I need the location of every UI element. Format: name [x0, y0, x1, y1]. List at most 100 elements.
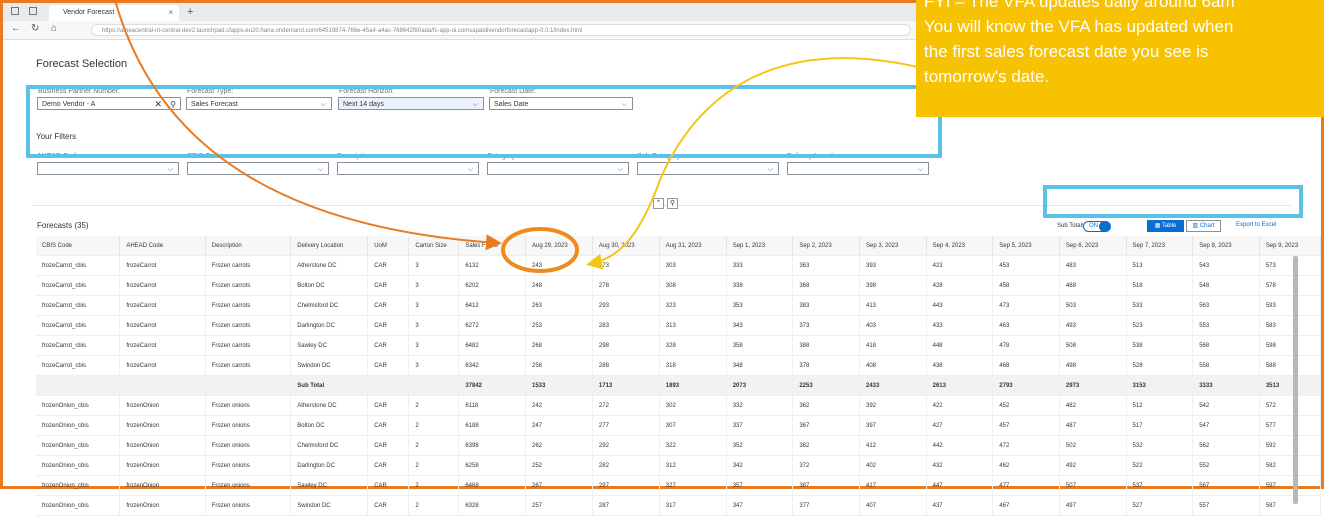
column-header[interactable]: Sep 2, 2023 — [792, 236, 860, 256]
table-row[interactable]: frozenOnion_cbis frozenOnion Frozen onions… — [36, 395, 1322, 416]
table-row[interactable]: frozenOnion_cbis frozenOnion Frozen onions… — [36, 475, 1322, 496]
column-header[interactable]: Sales FC To — [458, 236, 526, 256]
column-header[interactable]: AHEAD Code — [119, 236, 206, 256]
table-row[interactable]: frozeCarrot_cbis frozeCarrot Frozen carrot… — [36, 295, 1322, 316]
table-cell: 578 — [1259, 275, 1322, 296]
table-cell: frozeCarrot — [119, 275, 206, 296]
chevron-down-icon: ⌵ — [767, 166, 773, 173]
column-header[interactable]: UoM — [367, 236, 410, 256]
table-cell: 567 — [1192, 475, 1260, 496]
table-cell: frozenOnion — [119, 435, 206, 456]
table-cell: Darlington DC — [290, 315, 369, 336]
table-row[interactable]: frozenOnion_cbis frozenOnion Frozen onions… — [36, 435, 1322, 456]
table-view-button[interactable]: ▦ Table — [1147, 220, 1184, 232]
table-row[interactable]: frozeCarrot_cbis frozeCarrot Frozen carrot… — [36, 275, 1322, 296]
browser-tab[interactable]: Vendor Forecast × — [49, 5, 179, 21]
pin-icon[interactable]: ⚲ — [667, 198, 678, 209]
table-cell: frozenOnion — [119, 475, 206, 496]
table-cell: 303 — [659, 255, 727, 276]
filter-select-description[interactable]: ⌵ — [337, 162, 479, 175]
column-header[interactable]: Description — [205, 236, 292, 256]
table-cell: Swindon DC — [290, 495, 369, 516]
table-cell: 37842 — [458, 375, 526, 396]
window-menu-icon[interactable] — [11, 7, 19, 15]
table-cell: 2253 — [792, 375, 860, 396]
column-header[interactable]: Aug 29, 2023 — [525, 236, 593, 256]
tab-overview-icon[interactable] — [29, 7, 37, 15]
table-cell: 247 — [525, 415, 593, 436]
table-row[interactable]: frozenOnion_cbis frozenOnion Frozen onions… — [36, 495, 1322, 516]
table-cell: 288 — [592, 355, 660, 376]
column-header[interactable]: Sep 6, 2023 — [1059, 236, 1127, 256]
subtotals-toggle[interactable]: ON — [1083, 221, 1111, 232]
filter-select-delivery-location[interactable]: ⌵ — [787, 162, 929, 175]
table-cell — [367, 375, 410, 396]
table-cell: 2 — [408, 495, 460, 516]
column-header[interactable]: Sep 4, 2023 — [926, 236, 994, 256]
export-to-excel-button[interactable]: Export to Excel — [1236, 222, 1276, 228]
back-arrow-icon[interactable]: ← — [11, 23, 21, 34]
table-cell: 543 — [1192, 255, 1260, 276]
table-cell: Frozen onions — [205, 455, 292, 476]
table-cell: 587 — [1259, 495, 1322, 516]
chart-icon: ▥ — [1192, 223, 1200, 229]
url-input[interactable]: https://ameacentral-nt-central-dev2.laun… — [91, 24, 911, 36]
table-cell: 2 — [408, 475, 460, 496]
table-cell: frozeCarrot_cbis — [36, 335, 121, 356]
chart-view-button[interactable]: ▥ Chart — [1186, 220, 1221, 232]
column-header[interactable]: Delivery Location — [290, 236, 369, 256]
table-cell: 463 — [992, 315, 1060, 336]
column-header[interactable]: Sep 8, 2023 — [1192, 236, 1260, 256]
callout-line-4: tomorrow's date. — [924, 67, 1050, 86]
table-cell: 393 — [859, 255, 927, 276]
table-row[interactable]: frozeCarrot_cbis frozeCarrot Frozen carrot… — [36, 355, 1322, 376]
table-row[interactable]: frozeCarrot_cbis frozeCarrot Frozen carrot… — [36, 335, 1322, 356]
table-cell: 2973 — [1059, 375, 1127, 396]
filter-select-cbis-code[interactable]: ⌵ — [187, 162, 329, 175]
table-cell: Chelmsford DC — [290, 295, 369, 316]
table-cell: frozenOnion — [119, 495, 206, 516]
table-cell: 378 — [792, 355, 860, 376]
filter-select-category[interactable]: ⌵ — [487, 162, 629, 175]
close-tab-icon[interactable]: × — [168, 5, 173, 21]
column-header[interactable]: Aug 31, 2023 — [659, 236, 727, 256]
table-cell: 2 — [408, 395, 460, 416]
table-cell: Bolton DC — [290, 275, 369, 296]
table-cell: 3153 — [1126, 375, 1194, 396]
table-cell: frozeCarrot — [119, 315, 206, 336]
table-cell: 258 — [525, 355, 593, 376]
reload-icon[interactable]: ↻ — [31, 23, 39, 34]
column-header[interactable]: Sep 1, 2023 — [726, 236, 794, 256]
table-cell: 423 — [926, 255, 994, 276]
filter-select-ahead-code[interactable]: ⌵ — [37, 162, 179, 175]
callout-line-3: the first sales forecast date you see is — [924, 42, 1209, 61]
table-cell: 472 — [992, 435, 1060, 456]
chevron-down-icon: ⌵ — [617, 166, 623, 173]
column-header[interactable]: CBIS Code — [36, 236, 121, 256]
subtotal-row[interactable]: Sub Total 37842 1533 1713 1893 2073 2253 2433 26… — [36, 375, 1322, 396]
table-cell: 3 — [408, 335, 460, 356]
table-cell: 392 — [859, 395, 927, 416]
column-header[interactable]: Sep 5, 2023 — [992, 236, 1060, 256]
table-cell: Bolton DC — [290, 415, 369, 436]
table-row[interactable]: frozeCarrot_cbis frozeCarrot Frozen carrot… — [36, 315, 1322, 336]
home-icon[interactable]: ⌂ — [51, 23, 57, 34]
table-cell: 362 — [792, 395, 860, 416]
column-header[interactable]: Carton Size — [408, 236, 460, 256]
table-row[interactable]: frozeCarrot_cbis frozeCarrot Frozen carrot… — [36, 255, 1322, 276]
collapse-up-icon[interactable]: ⌃ — [653, 198, 664, 209]
table-row[interactable]: frozenOnion_cbis frozenOnion Frozen onions… — [36, 415, 1322, 436]
table-cell: 493 — [1059, 315, 1127, 336]
column-header[interactable]: Sep 9, 2023 — [1259, 236, 1322, 256]
filter-select-sub-category[interactable]: ⌵ — [637, 162, 779, 175]
column-header[interactable]: Sep 3, 2023 — [859, 236, 927, 256]
table-cell: 262 — [525, 435, 593, 456]
table-row[interactable]: frozenOnion_cbis frozenOnion Frozen onions… — [36, 455, 1322, 476]
table-cell: 267 — [525, 475, 593, 496]
column-header[interactable]: Aug 30, 2023 — [592, 236, 660, 256]
column-header[interactable]: Sep 7, 2023 — [1126, 236, 1194, 256]
table-cell: Frozen carrots — [205, 355, 292, 376]
new-tab-button[interactable]: + — [187, 6, 193, 18]
table-cell: 452 — [992, 395, 1060, 416]
vertical-scrollbar[interactable] — [1293, 256, 1298, 504]
